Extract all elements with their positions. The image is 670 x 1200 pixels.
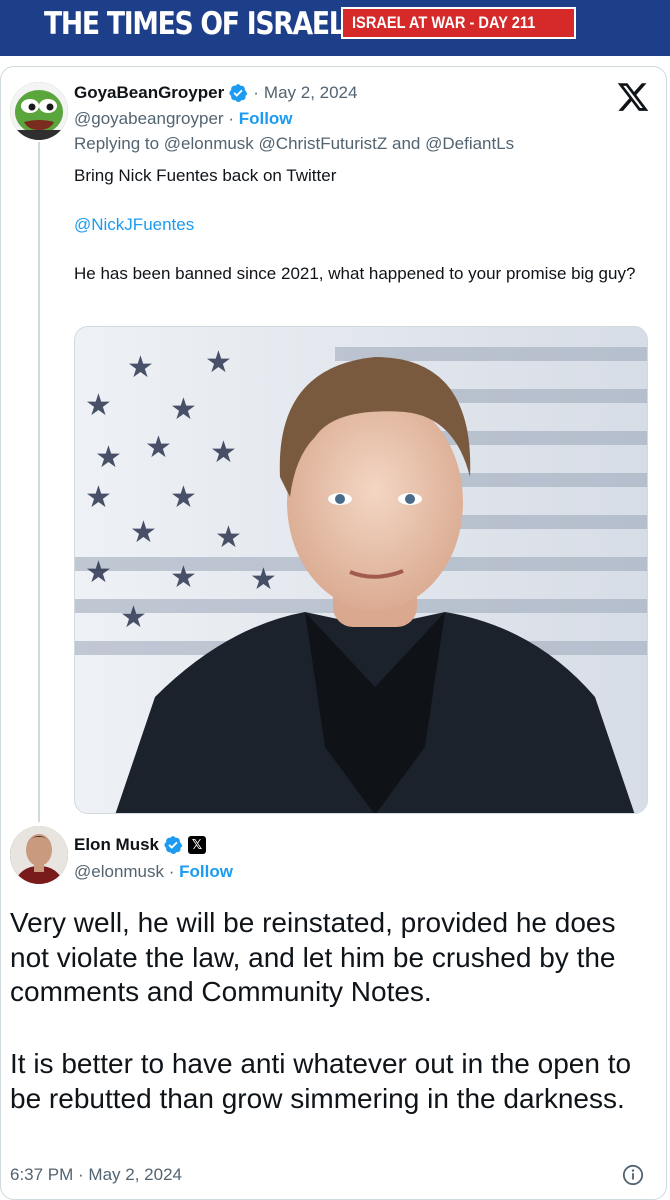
- svg-text:★: ★: [205, 345, 232, 380]
- svg-text:★: ★: [85, 555, 112, 590]
- replying-and: and: [392, 134, 421, 153]
- follow-button[interactable]: Follow: [239, 109, 293, 128]
- svg-text:★: ★: [120, 600, 147, 635]
- x-affiliate-badge-icon: 𝕏: [188, 836, 207, 854]
- reply-follow-button[interactable]: Follow: [179, 862, 233, 881]
- svg-text:★: ★: [170, 392, 197, 427]
- original-tweet-header: GoyaBeanGroyper · May 2, 2024: [74, 83, 357, 103]
- tweet-text-line-1: Bring Nick Fuentes back on Twitter: [74, 166, 337, 185]
- replying-mention-elonmusk[interactable]: @elonmusk: [164, 134, 254, 153]
- svg-text:★: ★: [145, 430, 172, 465]
- svg-text:★: ★: [95, 440, 122, 475]
- reply-text-paragraph-1: Very well, he will be reinstated, provid…: [10, 907, 616, 1008]
- verified-badge-icon: [229, 84, 248, 102]
- date-separator: ·: [253, 83, 259, 102]
- pepe-avatar-art: [10, 82, 68, 140]
- tweet-mention-nickjfuentes[interactable]: @NickJFuentes: [74, 213, 194, 236]
- svg-text:★: ★: [215, 520, 242, 555]
- svg-text:★: ★: [170, 480, 197, 515]
- tweet-photo[interactable]: ★ ★ ★ ★ ★ ★ ★ ★ ★ ★ ★ ★ ★ ★ ★: [74, 326, 648, 814]
- reply-tweet-header: Elon Musk 𝕏: [74, 835, 207, 855]
- author-name[interactable]: GoyaBeanGroyper: [74, 83, 224, 103]
- reply-text-paragraph-2: It is better to have anti whatever out i…: [10, 1048, 632, 1114]
- svg-text:★: ★: [250, 562, 277, 597]
- reply-author-handle[interactable]: @elonmusk: [74, 862, 164, 881]
- replying-mention-christfuturistz[interactable]: @ChristFuturistZ: [259, 134, 388, 153]
- svg-text:★: ★: [130, 515, 157, 550]
- replying-prefix: Replying to: [74, 134, 160, 153]
- verified-badge-icon: [164, 836, 183, 854]
- author-handle[interactable]: @goyabeangroyper: [74, 109, 224, 128]
- portrait-photo-art: ★ ★★ ★★ ★ ★★ ★ ★ ★★ ★ ★★: [75, 327, 647, 813]
- svg-text:★: ★: [85, 388, 112, 423]
- info-icon[interactable]: [622, 1164, 644, 1186]
- reply-timestamp[interactable]: 6:37 PM · May 2, 2024: [10, 1165, 182, 1185]
- replying-to-line: Replying to @elonmusk @ChristFuturistZ a…: [74, 134, 514, 154]
- thread-connector-line: [38, 142, 40, 822]
- masthead-title[interactable]: THE TIMES OF ISRAEL: [44, 6, 346, 42]
- x-logo-icon[interactable]: [616, 80, 650, 114]
- goyabeangroyper-avatar[interactable]: [10, 82, 68, 140]
- elon-musk-avatar[interactable]: [10, 826, 68, 884]
- war-day-badge-label: ISRAEL AT WAR - DAY 211: [352, 13, 536, 32]
- tweet-text-line-3: He has been banned since 2021, what happ…: [74, 264, 636, 283]
- war-day-badge[interactable]: ISRAEL AT WAR - DAY 211: [341, 7, 577, 39]
- follow-separator: ·: [164, 862, 180, 881]
- reply-author-name[interactable]: Elon Musk: [74, 835, 159, 855]
- follow-separator: ·: [223, 109, 239, 128]
- masthead: THE TIMES OF ISRAEL ISRAEL AT WAR - DAY …: [0, 0, 670, 56]
- original-handle-row: @goyabeangroyper · Follow: [74, 109, 293, 129]
- svg-text:★: ★: [170, 560, 197, 595]
- replying-mention-defiantls[interactable]: @DefiantLs: [425, 134, 514, 153]
- svg-text:★: ★: [210, 435, 237, 470]
- musk-avatar-art: [10, 826, 68, 884]
- svg-text:★: ★: [127, 350, 154, 385]
- svg-text:★: ★: [85, 480, 112, 515]
- reply-handle-row: @elonmusk · Follow: [74, 862, 233, 882]
- tweet-date[interactable]: May 2, 2024: [264, 83, 358, 103]
